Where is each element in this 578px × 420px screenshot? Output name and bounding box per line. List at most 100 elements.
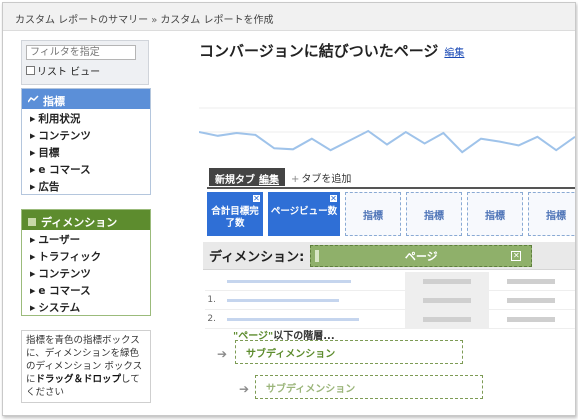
metric-slot-label: 指標 [485, 211, 505, 222]
list-view-label: リスト ビュー [37, 67, 101, 78]
row-number: 1. [207, 295, 216, 305]
metric-slot-label: 指標 [546, 211, 566, 222]
trend-chart [199, 107, 575, 154]
close-icon[interactable]: ✕ [252, 194, 261, 203]
breadcrumb-separator: » [151, 15, 158, 26]
right-arrow-icon: ➔ [217, 347, 228, 361]
expand-triangle-icon: ▶ [30, 115, 36, 123]
metric-category-usage[interactable]: ▶ 利用状況 [22, 109, 150, 126]
list-view-toggle[interactable]: リスト ビュー [26, 63, 144, 78]
metric-category-content[interactable]: ▶ コンテンツ [22, 126, 150, 143]
dimension-category-label: e コマース [38, 285, 91, 297]
metric-box-pageviews[interactable]: ✕ ページビュー数 [268, 192, 340, 236]
filter-input[interactable] [26, 45, 136, 60]
right-arrow-icon: ➔ [239, 382, 250, 396]
close-icon[interactable]: ✕ [329, 194, 338, 203]
placeholder-bar [507, 316, 555, 322]
row-number: 2. [207, 314, 216, 324]
dimension-category-system[interactable]: ▶ システム [22, 298, 150, 315]
dimensions-panel-header[interactable]: ディメンション [22, 210, 150, 230]
dimension-box-page[interactable]: ページ ✕ [310, 244, 533, 267]
dimension-category-users[interactable]: ▶ ユーザー [22, 230, 150, 247]
dimension-category-label: コンテンツ [38, 268, 91, 280]
tab-new[interactable]: 新規タブ 編集 [209, 168, 285, 186]
metric-category-label: 目標 [38, 147, 60, 159]
preview-table: 1. 2. [205, 272, 575, 332]
table-cell-placeholder [489, 310, 573, 328]
edit-title-link[interactable]: 編集 [444, 44, 464, 59]
expand-triangle-icon: ▶ [30, 183, 36, 191]
report-main: コンバージョンに結びついたページ 編集 新規タブ 編集 + タブを追加 ✕ 合計目標… [199, 40, 575, 399]
title-row: コンバージョンに結びついたページ 編集 [199, 40, 575, 61]
metric-category-ecommerce[interactable]: ▶ e コマース [22, 160, 150, 177]
dimensions-panel-title: ディメンション [41, 215, 118, 229]
report-builder-window: カスタム レポートのサマリー»カスタム レポートを作成 リスト ビュー 指標 ▶… [2, 2, 576, 416]
breadcrumb-current: カスタム レポートを作成 [160, 15, 274, 26]
table-cell-placeholder [405, 272, 489, 290]
subdimension-label: サブディメンション [266, 383, 356, 395]
placeholder-bar [423, 297, 471, 303]
tab-bar: 新規タブ 編集 + タブを追加 [209, 168, 351, 186]
plus-icon: + [291, 173, 300, 185]
metric-category-label: 広告 [38, 181, 60, 193]
metric-drop-slot[interactable]: 指標 [345, 192, 401, 236]
expand-triangle-icon: ▶ [30, 166, 36, 174]
table-cell-placeholder [405, 310, 489, 328]
dimension-category-ecommerce[interactable]: ▶ e コマース [22, 281, 150, 298]
breadcrumb-parent-link[interactable]: カスタム レポートのサマリー [15, 15, 148, 26]
expand-triangle-icon: ▶ [30, 270, 36, 278]
expand-triangle-icon: ▶ [30, 149, 36, 157]
metric-box-goal-completions[interactable]: ✕ 合計目標完了数 [207, 192, 263, 236]
metric-slot-label: 指標 [424, 211, 444, 222]
placeholder-bar [507, 278, 555, 284]
tab-edit-link[interactable]: 編集 [259, 175, 279, 186]
expand-triangle-icon: ▶ [30, 287, 36, 295]
table-cell-placeholder [489, 291, 573, 309]
placeholder-bar [227, 279, 351, 283]
expand-triangle-icon: ▶ [30, 253, 36, 261]
metrics-panel-header[interactable]: 指標 [22, 89, 150, 109]
metric-drop-slot[interactable]: 指標 [467, 192, 523, 236]
metric-category-label: e コマース [38, 164, 91, 176]
metric-box-label: 合計目標完了数 [211, 206, 259, 229]
expand-triangle-icon: ▶ [30, 132, 36, 140]
page-title: コンバージョンに結びついたページ [199, 42, 439, 60]
dimension-category-traffic[interactable]: ▶ トラフィック [22, 247, 150, 264]
table-cell-placeholder [489, 272, 573, 290]
tab-name: 新規タブ [215, 175, 255, 186]
subdimension-label: サブディメンション [246, 348, 336, 360]
dimensions-panel: ディメンション ▶ ユーザー ▶ トラフィック ▶ コンテンツ ▶ e コマース ▶ シス… [21, 209, 151, 316]
metric-drop-slot[interactable]: 指標 [528, 192, 575, 236]
table-row: 1. [205, 291, 575, 310]
dimension-category-label: システム [38, 302, 81, 314]
table-cell-placeholder [219, 291, 405, 309]
line-chart-icon [27, 95, 39, 106]
green-square-icon [28, 217, 36, 226]
add-tab-label: タブを追加 [301, 173, 352, 185]
dimension-category-label: ユーザー [38, 234, 81, 246]
table-cell-placeholder [405, 291, 489, 309]
filter-box: リスト ビュー [21, 40, 149, 85]
subdimension-drop-1[interactable]: サブディメンション [235, 340, 463, 364]
metric-category-label: コンテンツ [38, 130, 91, 142]
metrics-panel-title: 指標 [43, 94, 65, 108]
dimension-category-content[interactable]: ▶ コンテンツ [22, 264, 150, 281]
dimension-label: ディメンション: [209, 250, 305, 265]
placeholder-bar [423, 278, 471, 284]
metric-category-goals[interactable]: ▶ 目標 [22, 143, 150, 160]
dimension-category-label: トラフィック [38, 251, 102, 263]
subdimension-drop-2[interactable]: サブディメンション [255, 375, 483, 399]
list-view-checkbox[interactable] [26, 66, 35, 75]
metric-drop-slot[interactable]: 指標 [406, 192, 462, 236]
metric-box-label: ページビュー数 [270, 206, 338, 217]
drag-handle-icon[interactable] [315, 249, 320, 262]
close-icon[interactable]: ✕ [511, 250, 522, 261]
drag-drop-help: 指標を青色の指標ボックスに、ディメンションを緑色のディメンション ボックスにドラ… [21, 330, 151, 403]
placeholder-bar [227, 317, 359, 321]
metric-slot-label: 指標 [363, 211, 383, 222]
metric-category-ads[interactable]: ▶ 広告 [22, 177, 150, 194]
expand-triangle-icon: ▶ [30, 304, 36, 312]
help-bold-text: ドラッグ＆ドロップ [35, 374, 122, 385]
table-cell-placeholder [219, 272, 405, 290]
add-tab-button[interactable]: + タブを追加 [291, 170, 351, 185]
